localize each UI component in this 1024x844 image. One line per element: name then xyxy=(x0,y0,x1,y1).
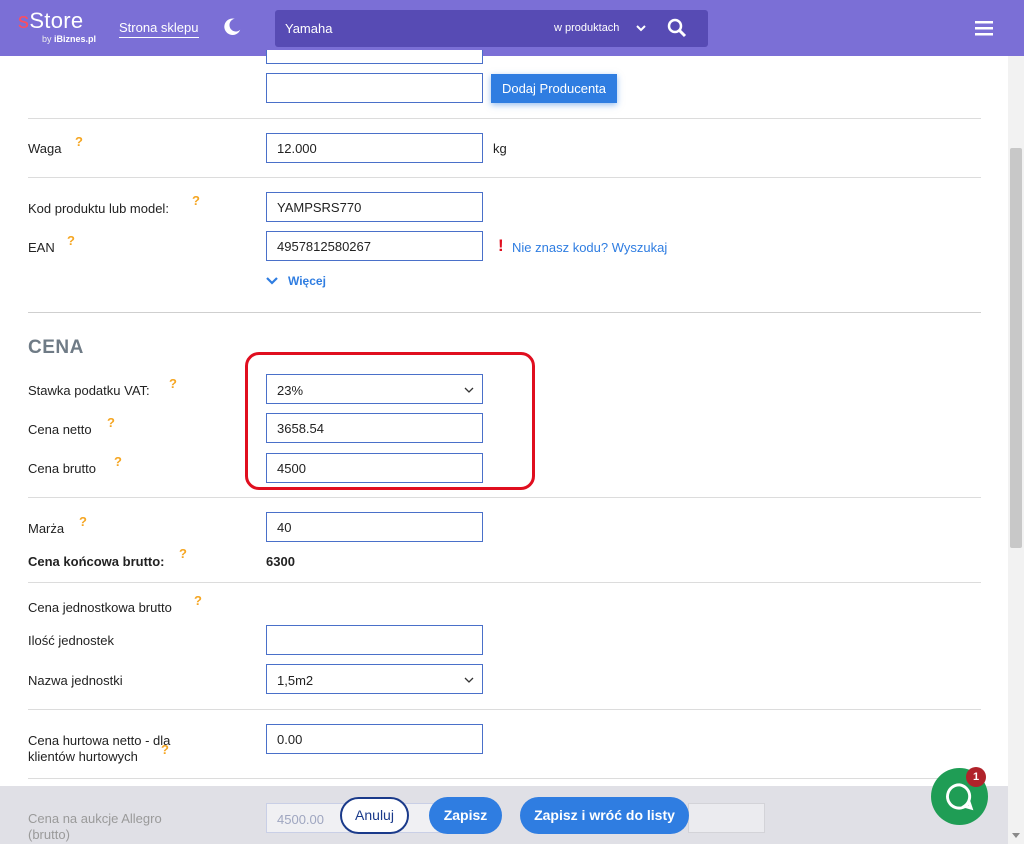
vat-label: Stawka podatku VAT: xyxy=(28,383,150,398)
gross-price-label: Cena brutto xyxy=(28,461,96,476)
unit-name-select-value: 1,5m2 xyxy=(277,673,314,688)
unit-price-title: Cena jednostkowa brutto xyxy=(28,600,172,615)
wholesale-input[interactable] xyxy=(266,724,483,754)
unit-name-select[interactable]: 1,5m2 xyxy=(266,664,483,694)
cancel-button[interactable]: Anuluj xyxy=(340,797,409,834)
shop-link[interactable]: Strona sklepu xyxy=(119,20,199,38)
menu-icon[interactable] xyxy=(975,20,993,36)
search-icon[interactable] xyxy=(667,18,687,38)
more-link[interactable]: Więcej xyxy=(288,274,326,288)
help-icon[interactable]: ? xyxy=(114,454,122,469)
help-icon[interactable]: ? xyxy=(179,546,187,561)
unit-name-label: Nazwa jednostki xyxy=(28,673,123,688)
allegro-label-line2: (brutto) xyxy=(28,827,70,842)
save-button[interactable]: Zapisz xyxy=(429,797,502,834)
producer-input[interactable] xyxy=(266,73,483,103)
divider xyxy=(28,118,981,119)
help-icon[interactable]: ? xyxy=(67,233,75,248)
final-price-value: 6300 xyxy=(266,554,295,569)
chevron-down-icon[interactable] xyxy=(635,22,647,34)
ean-search-link[interactable]: Nie znasz kodu? Wyszukaj xyxy=(512,240,667,255)
divider xyxy=(28,778,981,779)
section-title-price: CENA xyxy=(28,337,84,358)
help-icon[interactable]: ? xyxy=(161,742,169,757)
divider xyxy=(28,709,981,710)
help-icon[interactable]: ? xyxy=(192,193,200,208)
logo-brand: iBiznes.pl xyxy=(54,34,97,44)
allegro-label-line1: Cena na aukcje Allegro xyxy=(28,811,162,826)
search-bar[interactable]: Yamaha w produktach xyxy=(275,10,708,47)
unit-count-input[interactable] xyxy=(266,625,483,655)
margin-label: Marża xyxy=(28,521,65,536)
wholesale-label-line2: klientów hurtowych xyxy=(28,749,138,764)
divider xyxy=(28,177,981,178)
weight-label: Waga xyxy=(28,141,62,156)
allegro-extra-field[interactable] xyxy=(688,803,765,833)
margin-input[interactable] xyxy=(266,512,483,542)
help-icon[interactable]: ? xyxy=(107,415,115,430)
divider xyxy=(28,582,981,583)
model-label: Kod produktu lub model: xyxy=(28,201,169,216)
help-icon[interactable]: ? xyxy=(169,376,177,391)
help-icon[interactable]: ? xyxy=(79,514,87,529)
logo[interactable]: sStore by iBiznes.pl xyxy=(18,8,97,45)
search-scope-select[interactable]: w produktach xyxy=(554,22,619,34)
chevron-down-icon xyxy=(464,677,474,683)
divider xyxy=(28,497,981,498)
divider xyxy=(28,312,981,313)
save-and-back-button[interactable]: Zapisz i wróć do listy xyxy=(520,797,689,834)
help-icon[interactable]: ? xyxy=(75,134,83,149)
unit-count-label: Ilość jednostek xyxy=(28,633,114,648)
model-input[interactable] xyxy=(266,192,483,222)
ean-input[interactable] xyxy=(266,231,483,261)
help-icon[interactable]: ? xyxy=(194,593,202,608)
chevron-down-icon[interactable] xyxy=(266,276,278,286)
logo-by: by xyxy=(42,34,55,44)
logo-rest: Store xyxy=(29,8,84,33)
producer-input-partial[interactable] xyxy=(266,50,483,64)
notification-badge: 1 xyxy=(966,767,986,787)
logo-s: s xyxy=(18,8,30,33)
moon-icon[interactable] xyxy=(221,16,243,38)
add-producer-button[interactable]: Dodaj Producenta xyxy=(491,74,617,103)
scroll-down-arrow-icon[interactable] xyxy=(1011,832,1021,840)
net-price-label: Cena netto xyxy=(28,422,92,437)
weight-input[interactable] xyxy=(266,133,483,163)
weight-unit: kg xyxy=(493,141,507,156)
warning-icon: ! xyxy=(498,236,504,255)
scrollbar-thumb[interactable] xyxy=(1010,148,1022,548)
top-bar: sStore by iBiznes.pl Strona sklepu Yamah… xyxy=(0,0,1024,56)
highlight-box xyxy=(245,352,535,490)
final-price-label: Cena końcowa brutto: xyxy=(28,554,165,569)
wholesale-label-line1: Cena hurtowa netto - dla xyxy=(28,733,171,748)
ean-label: EAN xyxy=(28,240,55,255)
search-input[interactable]: Yamaha xyxy=(285,21,332,36)
